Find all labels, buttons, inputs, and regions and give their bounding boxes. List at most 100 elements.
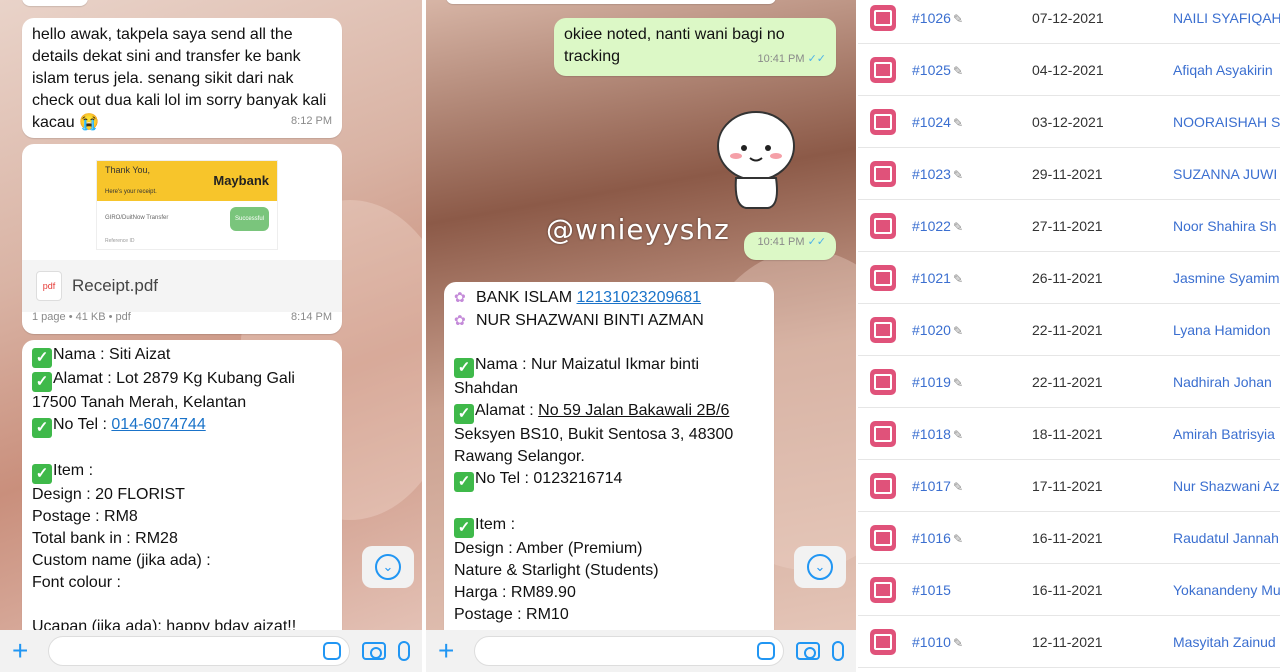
order-number: #1015 (912, 581, 951, 598)
check-mark-icon: ✓ (32, 372, 52, 392)
sticker-icon[interactable] (323, 642, 341, 660)
customer-name-link[interactable]: Nadhirah Johan (1173, 374, 1272, 390)
customer-name-link[interactable]: Noor Shahira Sh (1173, 218, 1277, 234)
order-row[interactable]: #1026 ✎ 07-12-2021 NAILI SYAFIQAH (858, 0, 1280, 44)
order-date: 03-12-2021 (1032, 113, 1104, 130)
scroll-down-button[interactable]: ⌄ (362, 546, 414, 588)
order-number-link[interactable]: #1018 ✎ (912, 426, 963, 442)
plus-icon[interactable]: + (438, 637, 462, 665)
store-icon (870, 368, 896, 395)
camera-icon[interactable] (796, 642, 820, 660)
store-icon (870, 524, 896, 551)
chat-panel-left: hello awak, takpela saya send all the de… (0, 0, 422, 672)
order-row[interactable]: #1021 ✎ 26-11-2021 Jasmine Syamim (858, 252, 1280, 304)
message-text: hello awak, takpela saya send all the de… (32, 26, 327, 131)
order-number-link[interactable]: #1024 ✎ (912, 114, 963, 130)
attachment-bubble[interactable]: Thank You, Here's your receipt. Maybank … (22, 144, 342, 334)
order-number-link[interactable]: #1022 ✎ (912, 218, 963, 234)
message-bubble-outgoing[interactable]: okiee noted, nanti wani bagi no tracking… (554, 18, 836, 76)
order-number-link[interactable]: #1021 ✎ (912, 270, 963, 286)
paperclip-icon: ✎ (952, 427, 963, 442)
detail-alamat-label: Alamat : (475, 402, 539, 419)
status-badge: Successful (229, 207, 269, 231)
customer-name-link[interactable]: NOORAISHAH S (1173, 114, 1280, 130)
paperclip-icon: ✎ (952, 323, 963, 338)
message-time: 10:41 PM ✓✓ (757, 48, 826, 70)
order-row[interactable]: #1016 ✎ 16-11-2021 Raudatul Jannah (858, 512, 1280, 564)
order-row[interactable]: #1010 ✎ 12-11-2021 Masyitah Zainud (858, 616, 1280, 668)
store-icon (870, 212, 896, 239)
message-bubble-incoming[interactable]: hello awak, takpela saya send all the de… (22, 18, 342, 138)
details-message-bubble[interactable]: ✓ Nama : Siti Aizat ✓ Alamat : Lot 2879 Kg… (22, 340, 342, 640)
customer-name-link[interactable]: Afiqah Asyakirin (1173, 62, 1273, 78)
customer-name-link[interactable]: Yokanandeny Mu (1173, 582, 1280, 598)
microphone-icon[interactable] (832, 641, 844, 661)
phone-link[interactable]: 014-6074744 (111, 416, 205, 433)
receipt-thank-you: Thank You, (105, 165, 151, 175)
customer-name-link[interactable]: Masyitah Zainud (1173, 634, 1276, 650)
order-row[interactable]: #1020 ✎ 22-11-2021 Lyana Hamidon (858, 304, 1280, 356)
microphone-icon[interactable] (398, 641, 410, 661)
order-number-link[interactable]: #1010 ✎ (912, 634, 963, 650)
pdf-file-row[interactable]: pdf Receipt.pdf (22, 260, 342, 312)
order-number: #1022 (912, 217, 951, 234)
store-icon (870, 420, 896, 447)
message-input[interactable] (474, 636, 784, 666)
order-number: #1021 (912, 269, 951, 286)
details-message-bubble[interactable]: ✿ BANK ISLAM 12131023209681 ✿ NUR SHAZWANI… (444, 282, 774, 642)
camera-icon[interactable] (362, 642, 386, 660)
pdf-file-icon-label: pdf (42, 281, 56, 291)
file-meta: 1 page • 41 KB • pdf (32, 311, 131, 323)
order-number: #1025 (912, 61, 951, 78)
order-number-link[interactable]: #1023 ✎ (912, 166, 963, 182)
sticker-image[interactable] (714, 106, 798, 212)
customer-name-link[interactable]: Lyana Hamidon (1173, 322, 1271, 338)
detail-line: ✓ No Tel : 014-6074744 (32, 414, 332, 438)
order-row[interactable]: #1025 ✎ 04-12-2021 Afiqah Asyakirin (858, 44, 1280, 96)
customer-name-link[interactable]: Amirah Batrisyia (1173, 426, 1275, 442)
customer-name-link[interactable]: NAILI SYAFIQAH (1173, 10, 1280, 26)
detail-design: Design : Amber (Premium) (454, 540, 643, 557)
order-row[interactable]: #1015 16-11-2021 Yokanandeny Mu (858, 564, 1280, 616)
order-number-link[interactable]: #1015 (912, 582, 951, 598)
check-mark-icon: ✓ (454, 404, 474, 424)
order-row[interactable]: #1023 ✎ 29-11-2021 SUZANNA JUWI (858, 148, 1280, 200)
scroll-down-button[interactable]: ⌄ (794, 546, 846, 588)
order-row[interactable]: #1024 ✎ 03-12-2021 NOORAISHAH S (858, 96, 1280, 148)
order-number-link[interactable]: #1026 ✎ (912, 10, 963, 26)
detail-line: ✓ Alamat : Lot 2879 Kg Kubang Gali (32, 368, 332, 392)
paperclip-icon: ✎ (952, 531, 963, 546)
previous-message-bubble (446, 0, 776, 4)
transfer-type: GIRO/DuitNow Transfer (105, 215, 169, 221)
order-date: 26-11-2021 (1032, 269, 1103, 286)
chevron-down-icon: ⌄ (375, 554, 401, 580)
order-number-link[interactable]: #1020 ✎ (912, 322, 963, 338)
paperclip-icon: ✎ (952, 219, 963, 234)
plus-icon[interactable]: + (12, 637, 36, 665)
order-row[interactable]: #1017 ✎ 17-11-2021 Nur Shazwani Az (858, 460, 1280, 512)
address-link[interactable]: No 59 Jalan Bakawali 2B/6 (538, 402, 729, 419)
customer-name-link[interactable]: Raudatul Jannah (1173, 530, 1279, 546)
detail-alamat-line3: Rawang Selangor. (454, 448, 585, 465)
bank-account-link[interactable]: 12131023209681 (576, 289, 701, 306)
customer-name-link[interactable]: Nur Shazwani Az (1173, 478, 1280, 494)
sticker-icon[interactable] (757, 642, 775, 660)
order-row[interactable]: #1018 ✎ 18-11-2021 Amirah Batrisyia (858, 408, 1280, 460)
file-name: Receipt.pdf (72, 276, 158, 295)
message-input[interactable] (48, 636, 350, 666)
order-number-link[interactable]: #1016 ✎ (912, 530, 963, 546)
order-row[interactable]: #1022 ✎ 27-11-2021 Noor Shahira Sh (858, 200, 1280, 252)
order-number-link[interactable]: #1019 ✎ (912, 374, 963, 390)
customer-name-link[interactable]: SUZANNA JUWI (1173, 166, 1277, 182)
receipt-preview[interactable]: Thank You, Here's your receipt. Maybank … (96, 160, 278, 250)
order-number-link[interactable]: #1025 ✎ (912, 62, 963, 78)
order-number-link[interactable]: #1017 ✎ (912, 478, 963, 494)
check-mark-icon: ✓ (32, 418, 52, 438)
customer-name-link[interactable]: Jasmine Syamim (1173, 270, 1280, 286)
order-row[interactable]: #1019 ✎ 22-11-2021 Nadhirah Johan (858, 356, 1280, 408)
order-number: #1018 (912, 425, 951, 442)
sticker-time-bubble: 10:41 PM ✓✓ (744, 232, 836, 260)
orders-list-panel: #1026 ✎ 07-12-2021 NAILI SYAFIQAH #1025 ✎ 04-1… (858, 0, 1280, 672)
